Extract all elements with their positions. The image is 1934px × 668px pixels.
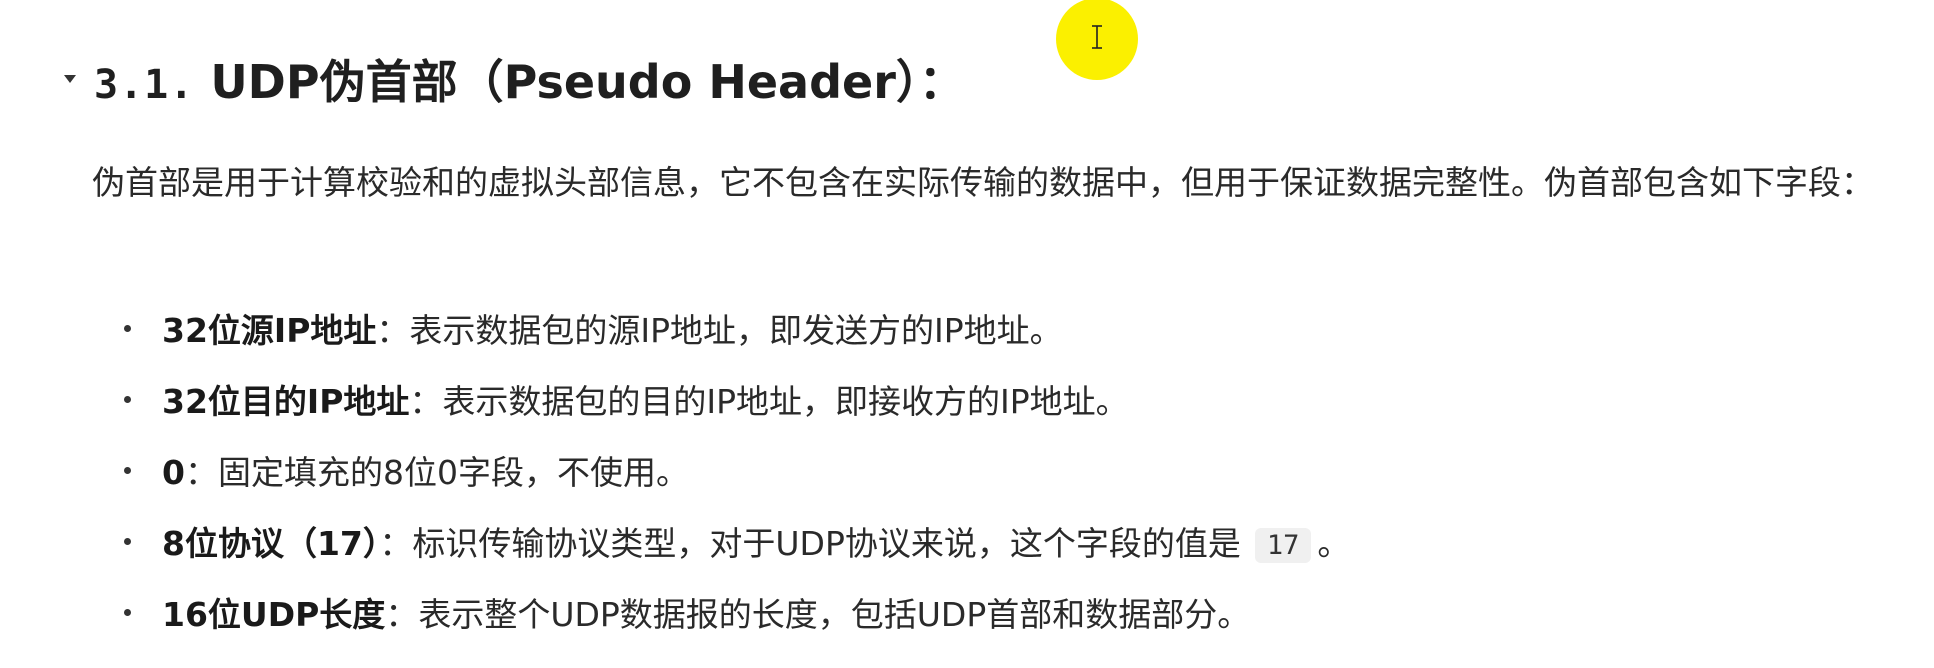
field-description: 固定填充的8位0字段，不使用。: [217, 452, 689, 492]
bullet-icon: [124, 396, 131, 403]
section-number: 3.1.: [94, 62, 195, 108]
section-heading-row: 3.1. UDP伪首部（Pseudo Header）：: [56, 44, 965, 114]
list-item-zero-field: 0：固定填充的8位0字段，不使用。: [124, 434, 1350, 505]
list-item-udp-length: 16位UDP长度：表示整个UDP数据报的长度，包括UDP首部和数据部分。: [124, 576, 1350, 647]
inline-code: 17: [1254, 527, 1312, 563]
field-term: 0: [162, 452, 185, 492]
field-description: 表示整个UDP数据报的长度，包括UDP首部和数据部分。: [418, 594, 1251, 634]
list-item-destination-ip: 32位目的IP地址：表示数据包的目的IP地址，即接收方的IP地址。: [124, 363, 1350, 434]
section-title: UDP伪首部（Pseudo Header）：: [210, 55, 965, 109]
list-item-content: 32位源IP地址：表示数据包的源IP地址，即发送方的IP地址。: [162, 304, 1063, 352]
field-term: 32位源IP地址: [162, 310, 377, 350]
field-term: 16位UDP长度: [162, 594, 386, 634]
intro-paragraph: 伪首部是用于计算校验和的虚拟头部信息，它不包含在实际传输的数据中，但用于保证数据…: [92, 163, 1874, 202]
bullet-icon: [124, 538, 131, 545]
field-separator: ：: [376, 310, 410, 350]
section-heading: 3.1. UDP伪首部（Pseudo Header）：: [94, 46, 965, 112]
text-cursor-icon: [1090, 24, 1104, 50]
field-description-end: 。: [1317, 523, 1351, 563]
caret-down-icon[interactable]: [56, 65, 84, 93]
bullet-icon: [124, 467, 131, 474]
field-separator: ：: [379, 523, 413, 563]
bullet-icon: [124, 609, 131, 616]
bullet-icon: [124, 325, 131, 332]
list-item-content: 32位目的IP地址：表示数据包的目的IP地址，即接收方的IP地址。: [162, 375, 1129, 423]
field-description: 表示数据包的源IP地址，即发送方的IP地址。: [409, 310, 1063, 350]
list-item-protocol: 8位协议（17）：标识传输协议类型，对于UDP协议来说，这个字段的值是 17。: [124, 505, 1350, 576]
field-description: 标识传输协议类型，对于UDP协议来说，这个字段的值是: [412, 523, 1241, 563]
list-item-content: 8位协议（17）：标识传输协议类型，对于UDP协议来说，这个字段的值是 17。: [162, 517, 1350, 565]
pseudo-header-field-list: 32位源IP地址：表示数据包的源IP地址，即发送方的IP地址。 32位目的IP地…: [124, 292, 1350, 647]
field-separator: ：: [184, 452, 218, 492]
field-term: 32位目的IP地址: [162, 381, 410, 421]
field-term: 8位协议（17）: [162, 523, 380, 563]
field-separator: ：: [385, 594, 419, 634]
field-separator: ：: [409, 381, 443, 421]
list-item-source-ip: 32位源IP地址：表示数据包的源IP地址，即发送方的IP地址。: [124, 292, 1350, 363]
field-description: 表示数据包的目的IP地址，即接收方的IP地址。: [442, 381, 1129, 421]
list-item-content: 0：固定填充的8位0字段，不使用。: [162, 446, 689, 494]
list-item-content: 16位UDP长度：表示整个UDP数据报的长度，包括UDP首部和数据部分。: [162, 588, 1250, 636]
